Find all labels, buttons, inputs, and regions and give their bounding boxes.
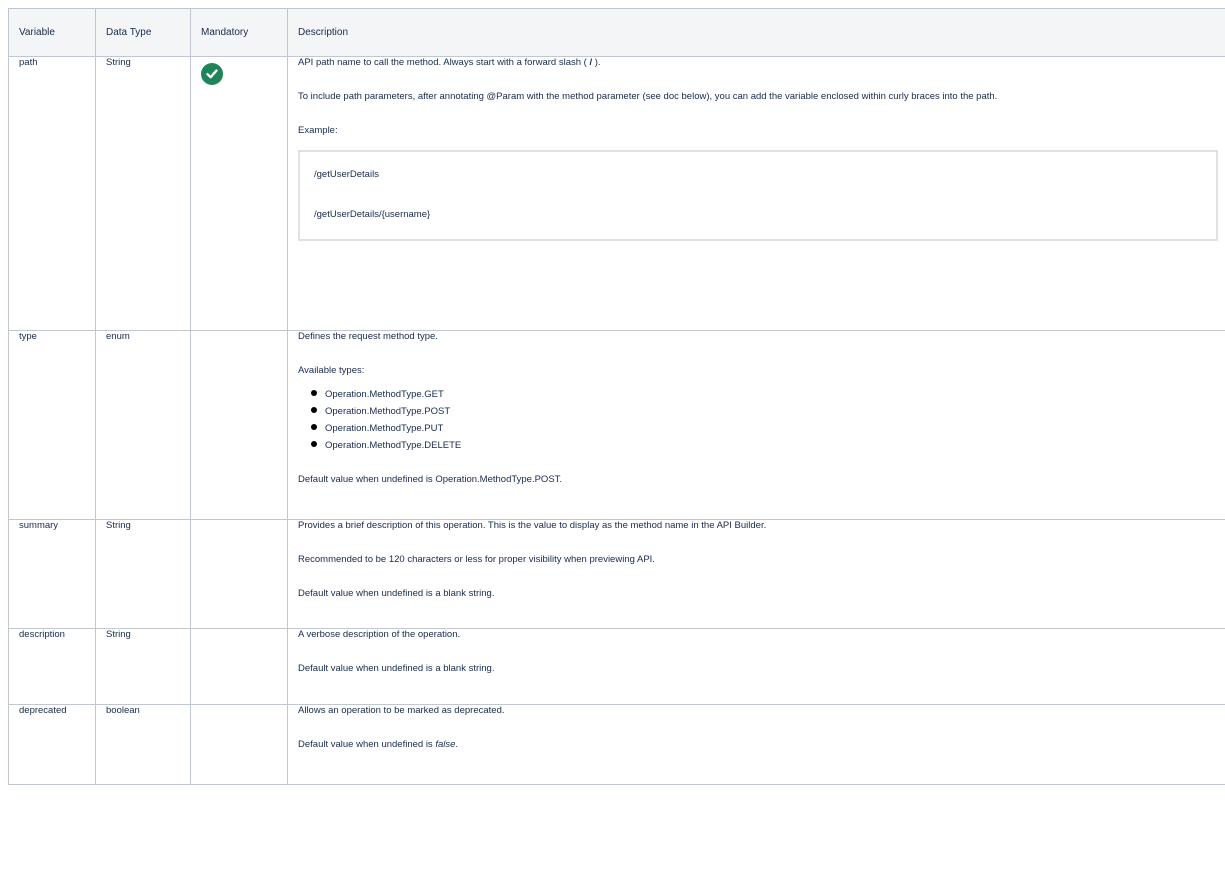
cell-mandatory — [191, 629, 288, 705]
cell-mandatory — [191, 520, 288, 629]
table-row: description String A verbose description… — [9, 629, 1225, 705]
list-item: Operation.MethodType.PUT — [311, 423, 1225, 435]
header-data-type: Data Type — [96, 9, 191, 57]
description-paragraph: Recommended to be 120 characters or less… — [298, 554, 1225, 566]
description-paragraph: Provides a brief description of this ope… — [298, 520, 1225, 532]
method-type-list: Operation.MethodType.GET Operation.Metho… — [298, 389, 1225, 452]
description-paragraph: Allows an operation to be marked as depr… — [298, 705, 1225, 717]
code-line: /getUserDetails/{username} — [314, 209, 1216, 221]
cell-description: Provides a brief description of this ope… — [288, 520, 1225, 629]
code-example-box: /getUserDetails /getUserDetails/{usernam… — [298, 150, 1218, 241]
parameters-table: Variable Data Type Mandatory Description… — [8, 8, 1225, 785]
cell-variable: description — [9, 629, 96, 705]
cell-data-type: String — [96, 629, 191, 705]
cell-variable: type — [9, 331, 96, 520]
cell-data-type: String — [96, 520, 191, 629]
header-mandatory: Mandatory — [191, 9, 288, 57]
cell-variable: summary — [9, 520, 96, 629]
list-item: Operation.MethodType.GET — [311, 389, 1225, 401]
description-paragraph: Example: — [298, 125, 1225, 137]
code-line: /getUserDetails — [314, 169, 1216, 181]
cell-data-type: String — [96, 57, 191, 331]
cell-description: API path name to call the method. Always… — [288, 57, 1225, 331]
description-paragraph: Default value when undefined is false. — [298, 739, 1225, 751]
cell-mandatory — [191, 57, 288, 331]
description-paragraph: To include path parameters, after annota… — [298, 91, 1225, 103]
header-variable: Variable — [9, 9, 96, 57]
table-row: summary String Provides a brief descript… — [9, 520, 1225, 629]
table-header-row: Variable Data Type Mandatory Description — [9, 9, 1225, 57]
header-description: Description — [288, 9, 1225, 57]
page: Variable Data Type Mandatory Description… — [0, 0, 1225, 880]
cell-mandatory — [191, 331, 288, 520]
cell-variable: deprecated — [9, 705, 96, 785]
cell-data-type: boolean — [96, 705, 191, 785]
description-paragraph: Default value when undefined is a blank … — [298, 663, 1225, 675]
table-row: deprecated boolean Allows an operation t… — [9, 705, 1225, 785]
table-row: path String API path name to call the me… — [9, 57, 1225, 331]
cell-description: A verbose description of the operation. … — [288, 629, 1225, 705]
list-item: Operation.MethodType.DELETE — [311, 440, 1225, 452]
cell-mandatory — [191, 705, 288, 785]
description-paragraph: Default value when undefined is a blank … — [298, 588, 1225, 600]
description-paragraph: Default value when undefined is Operatio… — [298, 474, 1225, 486]
description-paragraph: API path name to call the method. Always… — [298, 57, 1225, 69]
cell-data-type: enum — [96, 331, 191, 520]
description-paragraph: A verbose description of the operation. — [298, 629, 1225, 641]
description-paragraph: Defines the request method type. — [298, 331, 1225, 343]
list-item: Operation.MethodType.POST — [311, 406, 1225, 418]
cell-description: Allows an operation to be marked as depr… — [288, 705, 1225, 785]
description-paragraph: Available types: — [298, 365, 1225, 377]
cell-description: Defines the request method type. Availab… — [288, 331, 1225, 520]
check-circle-icon — [201, 63, 223, 85]
table-row: type enum Defines the request method typ… — [9, 331, 1225, 520]
cell-variable: path — [9, 57, 96, 331]
